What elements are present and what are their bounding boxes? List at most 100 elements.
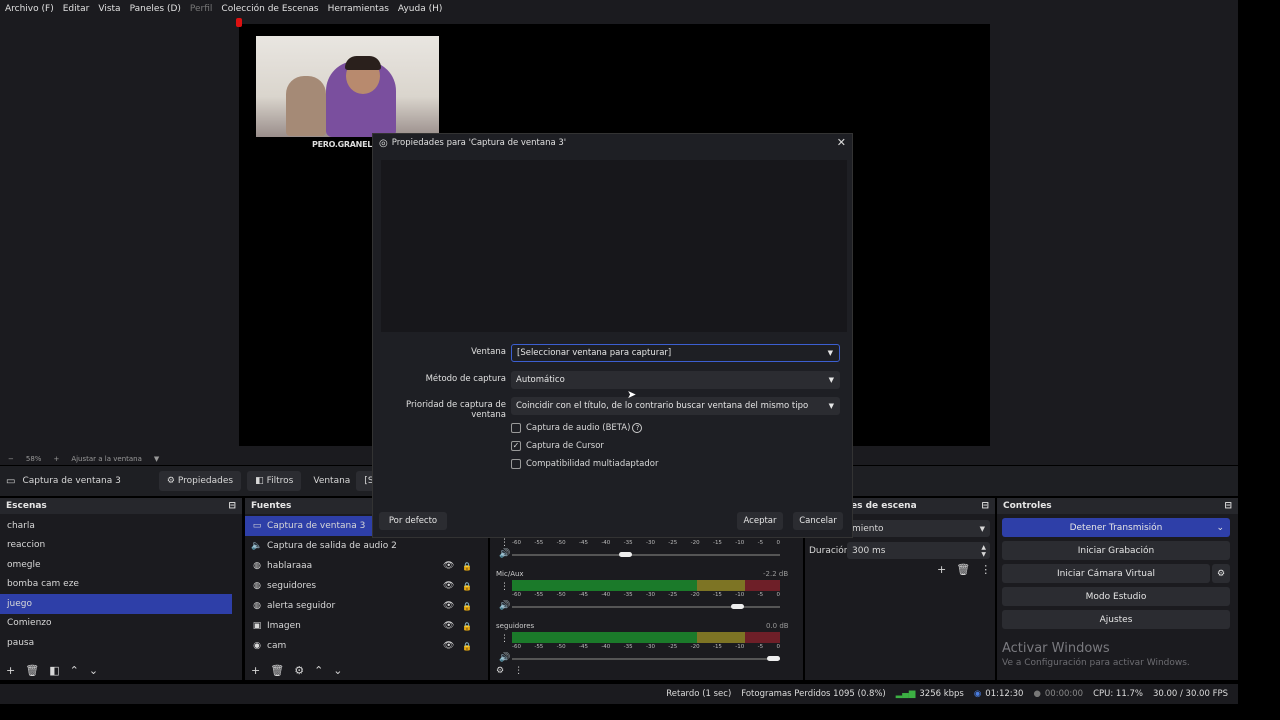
menu-tools[interactable]: Herramientas bbox=[328, 4, 389, 14]
volume-icon[interactable]: 🔊 bbox=[499, 653, 510, 663]
menu-edit[interactable]: Editar bbox=[63, 4, 90, 14]
zoom-out-icon[interactable]: − bbox=[8, 455, 14, 463]
zoom-dropdown-icon[interactable]: ▼ bbox=[154, 455, 159, 463]
menu-view[interactable]: Vista bbox=[98, 4, 120, 14]
source-item[interactable]: 🔈 Captura de salida de audio 2 bbox=[245, 536, 488, 556]
audio-capture-checkbox[interactable]: Captura de audio (BETA) ? bbox=[511, 423, 643, 433]
stream-time: 01:12:30 bbox=[985, 689, 1024, 699]
eye-icon[interactable]: 👁 bbox=[443, 601, 454, 611]
volume-icon[interactable]: 🔊 bbox=[499, 601, 510, 611]
volume-knob[interactable] bbox=[767, 656, 780, 661]
filters-button[interactable]: ◧ Filtros bbox=[247, 471, 302, 491]
add-icon[interactable]: + bbox=[6, 664, 15, 677]
kebab-menu-icon[interactable]: ⋮ bbox=[500, 538, 509, 548]
eye-icon[interactable]: 👁 bbox=[443, 621, 454, 631]
down-arrow-icon[interactable]: ⌄ bbox=[89, 664, 98, 677]
source-item[interactable]: ◍ alerta seguidor 👁 🔒 bbox=[245, 596, 488, 616]
cursor-capture-label: Captura de Cursor bbox=[526, 441, 604, 451]
cursor-capture-checkbox[interactable]: ✓ Captura de Cursor bbox=[511, 441, 604, 451]
chevron-down-icon[interactable]: ⌄ bbox=[1216, 523, 1224, 533]
volume-slider[interactable] bbox=[512, 552, 780, 557]
person-left bbox=[286, 76, 326, 136]
accept-button[interactable]: Aceptar bbox=[737, 512, 783, 530]
lock-icon[interactable]: 🔒 bbox=[462, 622, 472, 631]
fit-to-window[interactable]: Ajustar a la ventana bbox=[71, 455, 142, 463]
rotation-handle[interactable] bbox=[236, 18, 242, 27]
stop-stream-button[interactable]: Detener Transmisión ⌄ bbox=[1002, 518, 1230, 537]
scene-item[interactable]: bomba cam eze bbox=[0, 575, 232, 595]
source-item[interactable]: ▣ Imagen 👁 🔒 bbox=[245, 616, 488, 636]
cancel-button[interactable]: Cancelar bbox=[793, 512, 843, 530]
scene-item[interactable]: Comienzo bbox=[0, 614, 232, 634]
source-item[interactable]: ◍ seguidores 👁 🔒 bbox=[245, 576, 488, 596]
kebab-menu-icon[interactable]: ⋮ bbox=[514, 666, 523, 676]
menu-profile[interactable]: Perfil bbox=[190, 4, 213, 14]
virtual-camera-button[interactable]: Iniciar Cámara Virtual bbox=[1002, 564, 1210, 583]
checkbox-box[interactable] bbox=[511, 459, 521, 469]
gear-icon[interactable]: ⚙ bbox=[294, 664, 304, 677]
filters-label: Filtros bbox=[266, 476, 294, 486]
settings-button[interactable]: Ajustes bbox=[1002, 610, 1230, 629]
volume-knob[interactable] bbox=[731, 604, 745, 609]
add-icon[interactable]: + bbox=[937, 563, 946, 576]
undock-icon[interactable]: ⊟ bbox=[981, 501, 989, 511]
lock-icon[interactable]: 🔒 bbox=[462, 642, 472, 651]
menu-scene-collection[interactable]: Colección de Escenas bbox=[221, 4, 318, 14]
zoom-in-icon[interactable]: + bbox=[53, 455, 59, 463]
window-select[interactable]: [Seleccionar ventana para capturar] ▼ bbox=[511, 344, 840, 362]
current-source-name: Captura de ventana 3 bbox=[22, 476, 121, 486]
priority-select[interactable]: Coincidir con el título, de lo contrario… bbox=[511, 397, 840, 415]
lock-icon[interactable]: 🔒 bbox=[462, 602, 472, 611]
menu-help[interactable]: Ayuda (H) bbox=[398, 4, 442, 14]
advanced-audio-icon[interactable]: ⚙ bbox=[496, 666, 504, 676]
source-label: alerta seguidor bbox=[267, 601, 336, 611]
defaults-button[interactable]: Por defecto bbox=[379, 512, 447, 530]
undock-icon[interactable]: ⊟ bbox=[1224, 501, 1232, 511]
eye-icon[interactable]: 👁 bbox=[443, 581, 454, 591]
volume-icon[interactable]: 🔊 bbox=[499, 549, 510, 559]
lock-icon[interactable]: 🔒 bbox=[462, 582, 472, 591]
eye-icon[interactable]: 👁 bbox=[443, 561, 454, 571]
filter-icon[interactable]: ◧ bbox=[49, 664, 59, 677]
scene-item[interactable]: charla bbox=[0, 516, 232, 536]
start-recording-button[interactable]: Iniciar Grabación bbox=[1002, 541, 1230, 560]
capture-method-select[interactable]: Automático ▼ bbox=[511, 371, 840, 389]
studio-mode-button[interactable]: Modo Estudio bbox=[1002, 587, 1230, 606]
checkbox-box[interactable] bbox=[511, 423, 521, 433]
multiadapter-checkbox[interactable]: Compatibilidad multiadaptador bbox=[511, 459, 658, 469]
source-item[interactable]: ◍ hablaraaa 👁 🔒 bbox=[245, 556, 488, 576]
trash-icon[interactable]: 🗑 bbox=[956, 563, 970, 576]
source-item[interactable]: ◉ cam 👁 🔒 bbox=[245, 636, 488, 656]
trash-icon[interactable]: 🗑 bbox=[270, 664, 284, 677]
up-arrow-icon[interactable]: ⌃ bbox=[314, 664, 323, 677]
scene-item[interactable]: reaccion bbox=[0, 536, 232, 556]
lock-icon[interactable]: 🔒 bbox=[462, 562, 472, 571]
eye-icon[interactable]: 👁 bbox=[443, 641, 454, 651]
volume-slider[interactable] bbox=[512, 656, 780, 661]
kebab-menu-icon[interactable]: ⋮ bbox=[500, 582, 509, 592]
kebab-menu-icon[interactable]: ⋮ bbox=[500, 634, 509, 644]
transition-select[interactable]: miento ▼ bbox=[847, 520, 990, 537]
help-icon[interactable]: ? bbox=[632, 423, 643, 433]
browser-icon: ◍ bbox=[253, 561, 261, 571]
trash-icon[interactable]: 🗑 bbox=[25, 664, 39, 677]
up-arrow-icon[interactable]: ⌃ bbox=[70, 664, 79, 677]
kebab-menu-icon[interactable]: ⋮ bbox=[980, 563, 991, 576]
scene-item[interactable]: pausa bbox=[0, 633, 232, 653]
volume-slider[interactable] bbox=[512, 604, 780, 609]
undock-icon[interactable]: ⊟ bbox=[228, 501, 236, 511]
close-icon[interactable]: ✕ bbox=[837, 136, 846, 149]
scene-item[interactable]: omegle bbox=[0, 555, 232, 575]
menu-docks[interactable]: Paneles (D) bbox=[130, 4, 181, 14]
scene-item-selected[interactable]: juego bbox=[0, 594, 232, 614]
checkbox-checked[interactable]: ✓ bbox=[511, 441, 521, 451]
webcam-image[interactable] bbox=[256, 36, 439, 137]
duration-spinbox[interactable]: 300 ms ▲ ▼ bbox=[847, 542, 990, 559]
properties-button[interactable]: ⚙ Propiedades bbox=[158, 471, 242, 491]
down-arrow-icon[interactable]: ⌄ bbox=[333, 664, 342, 677]
volume-knob[interactable] bbox=[619, 552, 633, 557]
virtual-camera-settings-button[interactable]: ⚙ bbox=[1212, 564, 1230, 583]
spin-arrows-icon[interactable]: ▲ ▼ bbox=[981, 544, 986, 558]
add-icon[interactable]: + bbox=[251, 664, 260, 677]
menu-file[interactable]: Archivo (F) bbox=[5, 4, 54, 14]
